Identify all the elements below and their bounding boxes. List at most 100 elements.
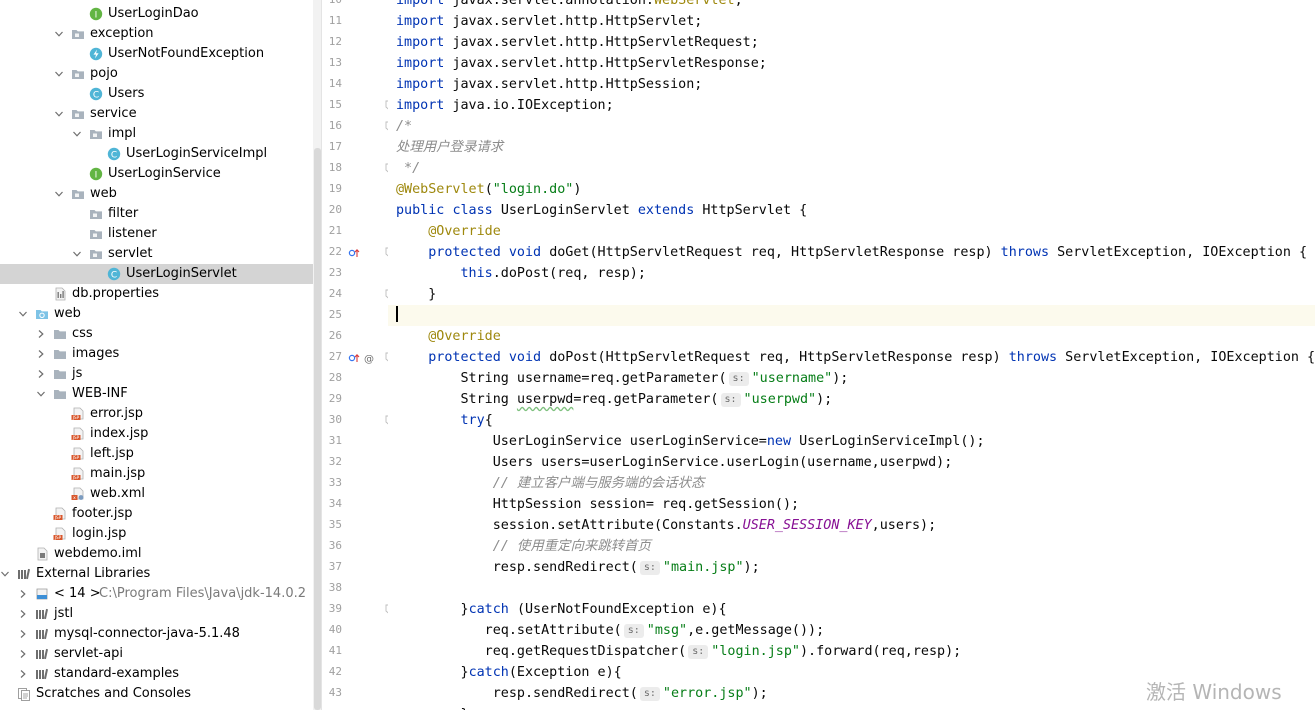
code-line[interactable]: }catch (UserNotFoundException e){ [388, 599, 1315, 620]
tree-item[interactable]: service [0, 104, 313, 124]
chevron-down-icon[interactable] [72, 129, 82, 139]
code-line[interactable]: @Override [388, 326, 1315, 347]
tree-item[interactable]: C Users [0, 84, 313, 104]
tree-item[interactable]: filter [0, 204, 313, 224]
tree-item-label: webdemo.iml [54, 546, 142, 561]
tree-item[interactable]: JSP error.jsp [0, 404, 313, 424]
package-icon [71, 27, 85, 41]
code-line[interactable]: */ [388, 158, 1315, 179]
tree-item[interactable]: impl [0, 124, 313, 144]
code-line[interactable] [388, 578, 1315, 599]
tree-item[interactable]: jstl [0, 604, 313, 624]
tree-item[interactable]: JSP left.jsp [0, 444, 313, 464]
code-line[interactable]: import javax.servlet.annotation.WebServl… [388, 0, 1315, 11]
project-tree-scrollbar[interactable] [314, 148, 321, 710]
tree-item[interactable]: External Libraries [0, 564, 313, 584]
chevron-right-icon[interactable] [18, 649, 28, 659]
tree-item[interactable]: css [0, 324, 313, 344]
code-line[interactable]: @WebServlet("login.do") [388, 179, 1315, 200]
code-line[interactable]: /* [388, 116, 1315, 137]
tree-item[interactable]: db.properties [0, 284, 313, 304]
comment-token: // 建立客户端与服务端的会话状态 [492, 476, 705, 491]
tree-item[interactable]: listener [0, 224, 313, 244]
tree-item[interactable]: JSP index.jsp [0, 424, 313, 444]
chevron-down-icon[interactable] [54, 189, 64, 199]
code-line[interactable]: import javax.servlet.http.HttpServletReq… [388, 32, 1315, 53]
tree-item[interactable]: JSP footer.jsp [0, 504, 313, 524]
tree-item[interactable]: I UserLoginService [0, 164, 313, 184]
tree-item[interactable]: servlet [0, 244, 313, 264]
tree-item[interactable]: standard-examples [0, 664, 313, 684]
tree-item[interactable]: < 14 > C:\Program Files\Java\jdk-14.0.2 [0, 584, 313, 604]
keyword-token: throws [1000, 245, 1058, 260]
tree-item[interactable]: webdemo.iml [0, 544, 313, 564]
chevron-right-icon[interactable] [18, 589, 28, 599]
override-annotation-icon[interactable]: @ [348, 352, 376, 365]
tree-item[interactable]: UserNotFoundException [0, 44, 313, 64]
tree-item[interactable]: JSP login.jsp [0, 524, 313, 544]
code-line[interactable]: protected void doPost(HttpServletRequest… [388, 347, 1315, 368]
jdk-icon [35, 587, 49, 601]
tree-item-label: web.xml [90, 486, 145, 501]
code-line[interactable]: req.setAttribute(s: "msg",e.getMessage())… [388, 620, 1315, 641]
code-line[interactable]: String userpwd=req.getParameter(s: "userp… [388, 389, 1315, 410]
tree-item-label: footer.jsp [72, 506, 133, 521]
code-line[interactable]: Users users=userLoginService.userLogin(u… [388, 452, 1315, 473]
chevron-down-icon[interactable] [54, 69, 64, 79]
code-editor[interactable]: import javax.servlet.annotation.WebServl… [388, 0, 1315, 710]
tree-item[interactable]: Scratches and Consoles [0, 684, 313, 704]
tree-item[interactable]: I UserLoginDao [0, 4, 313, 24]
tree-item[interactable]: servlet-api [0, 644, 313, 664]
chevron-down-icon[interactable] [72, 249, 82, 259]
tree-item[interactable]: web [0, 304, 313, 324]
code-line[interactable]: UserLoginService userLoginService=new Us… [388, 431, 1315, 452]
code-line[interactable]: import javax.servlet.http.HttpServletRes… [388, 53, 1315, 74]
chevron-right-icon[interactable] [36, 329, 46, 339]
code-line[interactable]: import java.io.IOException; [388, 95, 1315, 116]
chevron-down-icon[interactable] [18, 309, 28, 319]
chevron-right-icon[interactable] [36, 349, 46, 359]
code-line[interactable]: import javax.servlet.http.HttpSession; [388, 74, 1315, 95]
code-line[interactable]: } [388, 284, 1315, 305]
chevron-right-icon[interactable] [18, 609, 28, 619]
code-line[interactable]: // 使用重定向来跳转首页 [388, 536, 1315, 557]
code-line[interactable]: resp.sendRedirect(s: "main.jsp"); [388, 557, 1315, 578]
code-line[interactable]: session.setAttribute(Constants.USER_SESS… [388, 515, 1315, 536]
current-code-line[interactable] [388, 305, 1315, 326]
code-line[interactable]: this.doPost(req, resp); [388, 263, 1315, 284]
chevron-right-icon[interactable] [18, 669, 28, 679]
tree-item[interactable]: web [0, 184, 313, 204]
code-line[interactable]: 处理用户登录请求 [388, 137, 1315, 158]
tree-item[interactable]: pojo [0, 64, 313, 84]
tree-item[interactable]: images [0, 344, 313, 364]
tree-item[interactable]: exception [0, 24, 313, 44]
code-line[interactable]: try{ [388, 410, 1315, 431]
tree-item[interactable]: mysql-connector-java-5.1.48 [0, 624, 313, 644]
code-line[interactable]: import javax.servlet.http.HttpServlet; [388, 11, 1315, 32]
code-token: javax.servlet.http.HttpServletRequest; [452, 35, 759, 50]
tree-item[interactable]: C UserLoginServiceImpl [0, 144, 313, 164]
code-line[interactable]: req.getRequestDispatcher(s: "login.jsp").… [388, 641, 1315, 662]
tree-item[interactable]: C UserLoginServlet [0, 264, 313, 284]
code-line[interactable]: @Override [388, 221, 1315, 242]
code-line[interactable]: public class UserLoginServlet extends Ht… [388, 200, 1315, 221]
chevron-right-icon[interactable] [18, 629, 28, 639]
tree-item[interactable]: x web.xml [0, 484, 313, 504]
chevron-right-icon[interactable] [36, 369, 46, 379]
code-token: ,users); [871, 518, 937, 533]
code-line[interactable]: HttpSession session= req.getSession(); [388, 494, 1315, 515]
tree-item-label: jstl [54, 606, 74, 621]
keyword-token: import [396, 0, 453, 8]
tree-item-label: main.jsp [90, 466, 146, 481]
tree-item[interactable]: js [0, 364, 313, 384]
tree-item[interactable]: JSP main.jsp [0, 464, 313, 484]
chevron-down-icon[interactable] [36, 389, 46, 399]
chevron-down-icon[interactable] [0, 569, 10, 579]
code-line[interactable]: String username=req.getParameter(s: "user… [388, 368, 1315, 389]
override-method-icon[interactable] [348, 247, 362, 259]
code-line[interactable]: // 建立客户端与服务端的会话状态 [388, 473, 1315, 494]
code-line[interactable]: protected void doGet(HttpServletRequest … [388, 242, 1315, 263]
chevron-down-icon[interactable] [54, 29, 64, 39]
tree-item[interactable]: WEB-INF [0, 384, 313, 404]
chevron-down-icon[interactable] [54, 109, 64, 119]
